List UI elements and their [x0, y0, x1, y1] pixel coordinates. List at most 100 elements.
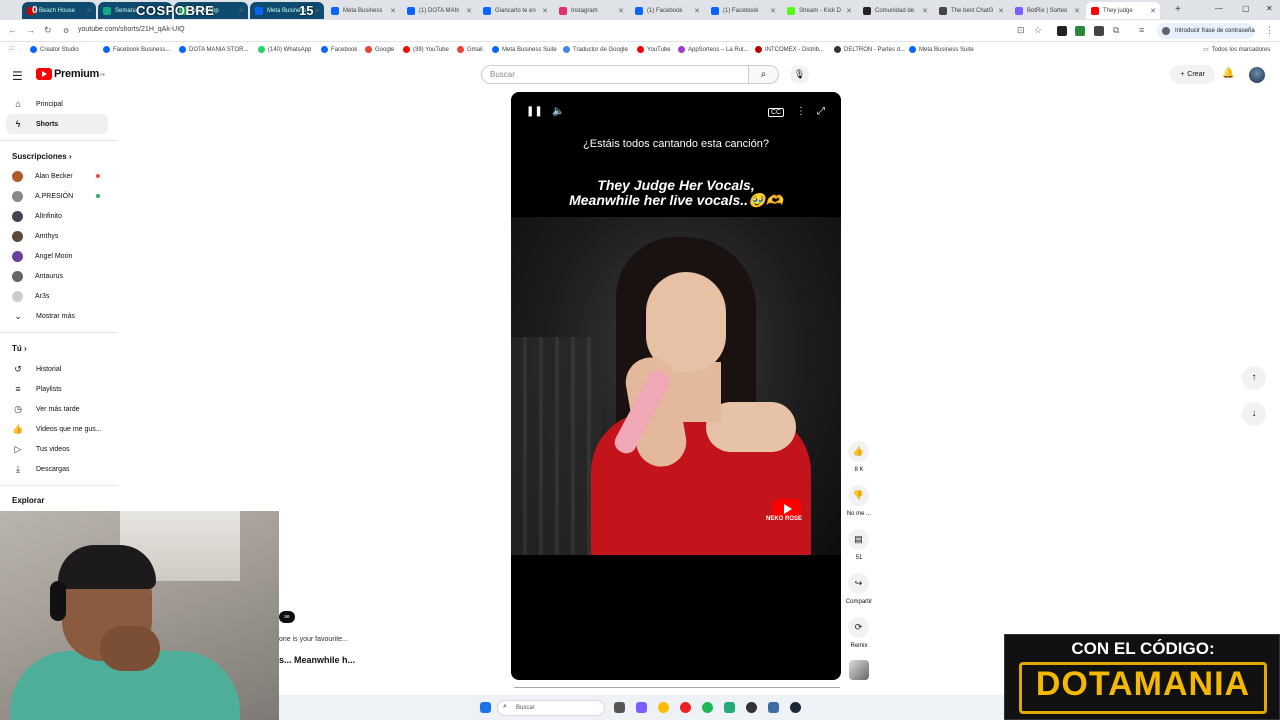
bookmark-item[interactable]: DELTRON - Partes d...: [834, 46, 905, 53]
subscription-item[interactable]: Alan Becker: [6, 166, 108, 186]
bookmark-item[interactable]: Meta Business Suite: [492, 46, 557, 53]
url-field[interactable]: youtube.com/shorts/21H_qAk-UIQ: [78, 26, 185, 33]
browser-tab[interactable]: (1) Facebook ✕: [706, 2, 780, 19]
apps-grid-icon[interactable]: ⁙: [8, 44, 15, 53]
tab-close-icon[interactable]: ✕: [1150, 7, 1156, 15]
obs-icon[interactable]: [746, 702, 757, 713]
tab-close-icon[interactable]: ✕: [846, 7, 852, 15]
forward-icon[interactable]: →: [26, 25, 35, 35]
search-input[interactable]: Buscar: [481, 65, 749, 84]
dislike-button[interactable]: 👎: [848, 485, 869, 506]
bookmark-item[interactable]: Google: [365, 46, 394, 53]
subscription-item[interactable]: A.PRESIÓN: [6, 186, 108, 206]
opera-icon[interactable]: [680, 702, 691, 713]
site-info-icon[interactable]: ⚙: [63, 27, 69, 35]
sound-thumbnail[interactable]: [849, 660, 869, 680]
bookmark-item[interactable]: Facebook: [321, 46, 357, 53]
subscription-item[interactable]: Antaurus: [6, 266, 108, 286]
you-item[interactable]: ⤓ Descargas: [6, 459, 108, 479]
tab-close-icon[interactable]: ✕: [390, 7, 396, 15]
fullscreen-icon[interactable]: ⤢: [817, 106, 825, 117]
maximize-icon[interactable]: ▢: [1242, 4, 1250, 13]
pause-icon[interactable]: ❚❚: [526, 106, 543, 117]
bookmark-item[interactable]: Gmail: [457, 46, 483, 53]
app-icon[interactable]: [768, 702, 779, 713]
back-icon[interactable]: ←: [8, 25, 17, 35]
browser-tab[interactable]: Stream - Kick D ✕: [782, 2, 856, 19]
you-item[interactable]: ◷ Ver más tarde: [6, 399, 108, 419]
windows-start-icon[interactable]: [480, 702, 491, 713]
extensions-puzzle-icon[interactable]: ⧉: [1113, 25, 1119, 36]
chrome-icon[interactable]: [658, 702, 669, 713]
account-avatar[interactable]: [1249, 67, 1265, 83]
task-view-icon[interactable]: [614, 702, 625, 713]
bookmark-item[interactable]: Creator Studio: [30, 46, 79, 53]
browser-tab[interactable]: Meta Business ✕: [326, 2, 400, 19]
like-button[interactable]: 👍: [848, 441, 869, 462]
you-heading[interactable]: Tú ›: [12, 344, 27, 353]
subscription-item[interactable]: AlInfinito: [6, 206, 108, 226]
remix-button[interactable]: ⟳: [848, 617, 869, 638]
sidebar-item-shorts[interactable]: ϟ Shorts: [6, 114, 108, 134]
new-tab-button[interactable]: +: [1175, 4, 1181, 15]
shorts-video-player[interactable]: ❚❚ 🔈 CC ⋮ ⤢ ¿Estáis todos cantando esta …: [511, 92, 841, 680]
extension-icon[interactable]: [1075, 26, 1085, 36]
you-item[interactable]: ↺ Historial: [6, 359, 108, 379]
preview-title[interactable]: s... Meanwhile h...: [279, 655, 355, 665]
browser-tab[interactable]: The best ChatG ✕: [934, 2, 1008, 19]
subscription-item[interactable]: Amthys: [6, 226, 108, 246]
notifications-bell-icon[interactable]: 🔔: [1222, 68, 1234, 79]
next-short-button[interactable]: ↓: [1242, 402, 1266, 426]
browser-menu-icon[interactable]: ⋮: [1265, 25, 1274, 36]
browser-tab[interactable]: (1) DOTA MAN ✕: [402, 2, 476, 19]
tab-close-icon[interactable]: ✕: [542, 7, 548, 15]
bookmark-item[interactable]: Meta Business Suite: [909, 46, 974, 53]
bookmark-item[interactable]: YouTube: [637, 46, 671, 53]
subscription-item[interactable]: Ar3s: [6, 286, 108, 306]
browser-tab[interactable]: They judge ✕: [1086, 2, 1160, 19]
video-progress-bar[interactable]: [514, 687, 840, 688]
app-icon[interactable]: [724, 702, 735, 713]
all-bookmarks-folder[interactable]: ▭ Todos los marcadores: [1203, 46, 1270, 54]
bookmark-item[interactable]: DOTA MANIA STOR...: [179, 46, 248, 53]
subscriptions-heading[interactable]: Suscripciones ›: [12, 152, 72, 161]
password-prompt-chip[interactable]: Introducir frase de contraseña: [1157, 23, 1255, 39]
browser-tab[interactable]: (1) Facebook ✕: [630, 2, 704, 19]
teams-icon[interactable]: [636, 702, 647, 713]
minimize-icon[interactable]: —: [1215, 4, 1223, 13]
volume-icon[interactable]: 🔈: [552, 106, 564, 117]
subscription-item[interactable]: Angel Moon: [6, 246, 108, 266]
share-button[interactable]: ↪: [848, 573, 869, 594]
you-item[interactable]: 👍 Videos que me gus...: [6, 419, 108, 439]
browser-tab[interactable]: Instagram ✕: [554, 2, 628, 19]
close-window-icon[interactable]: ✕: [1266, 4, 1273, 13]
youtube-premium-logo[interactable]: Premium PE: [36, 68, 105, 80]
tab-close-icon[interactable]: ✕: [694, 7, 700, 15]
sidebar-item-principal[interactable]: ⌂ Principal: [6, 94, 108, 114]
tab-close-icon[interactable]: ✕: [238, 7, 244, 15]
media-control-icon[interactable]: ≡: [1139, 25, 1144, 35]
browser-tab[interactable]: Comunidad de ✕: [858, 2, 932, 19]
bookmark-item[interactable]: INTCOMEX - Distrib...: [755, 46, 824, 53]
tab-close-icon[interactable]: ✕: [618, 7, 624, 15]
bookmark-item[interactable]: (39) YouTube: [403, 46, 449, 53]
tab-close-icon[interactable]: ✕: [314, 7, 320, 15]
you-item[interactable]: ≡ Playlists: [6, 379, 108, 399]
tab-close-icon[interactable]: ✕: [466, 7, 472, 15]
reload-icon[interactable]: ↻: [44, 25, 52, 36]
install-icon[interactable]: ⊡: [1017, 25, 1025, 36]
tab-close-icon[interactable]: ✕: [86, 7, 92, 15]
extension-icon[interactable]: [1094, 26, 1104, 36]
steam-icon[interactable]: [790, 702, 801, 713]
you-item[interactable]: ▷ Tus videos: [6, 439, 108, 459]
hamburger-menu-icon[interactable]: ☰: [12, 69, 23, 83]
tab-close-icon[interactable]: ✕: [998, 7, 1004, 15]
voice-search-button[interactable]: 🎙: [790, 65, 809, 84]
search-button[interactable]: ⌕: [749, 65, 779, 84]
tab-close-icon[interactable]: ✕: [1074, 7, 1080, 15]
comments-button[interactable]: ▤: [848, 529, 869, 550]
bookmark-item[interactable]: Facebook Business...: [103, 46, 170, 53]
extension-icon[interactable]: [1057, 26, 1067, 36]
spotify-icon[interactable]: [702, 702, 713, 713]
more-options-icon[interactable]: ⋮: [796, 106, 806, 117]
